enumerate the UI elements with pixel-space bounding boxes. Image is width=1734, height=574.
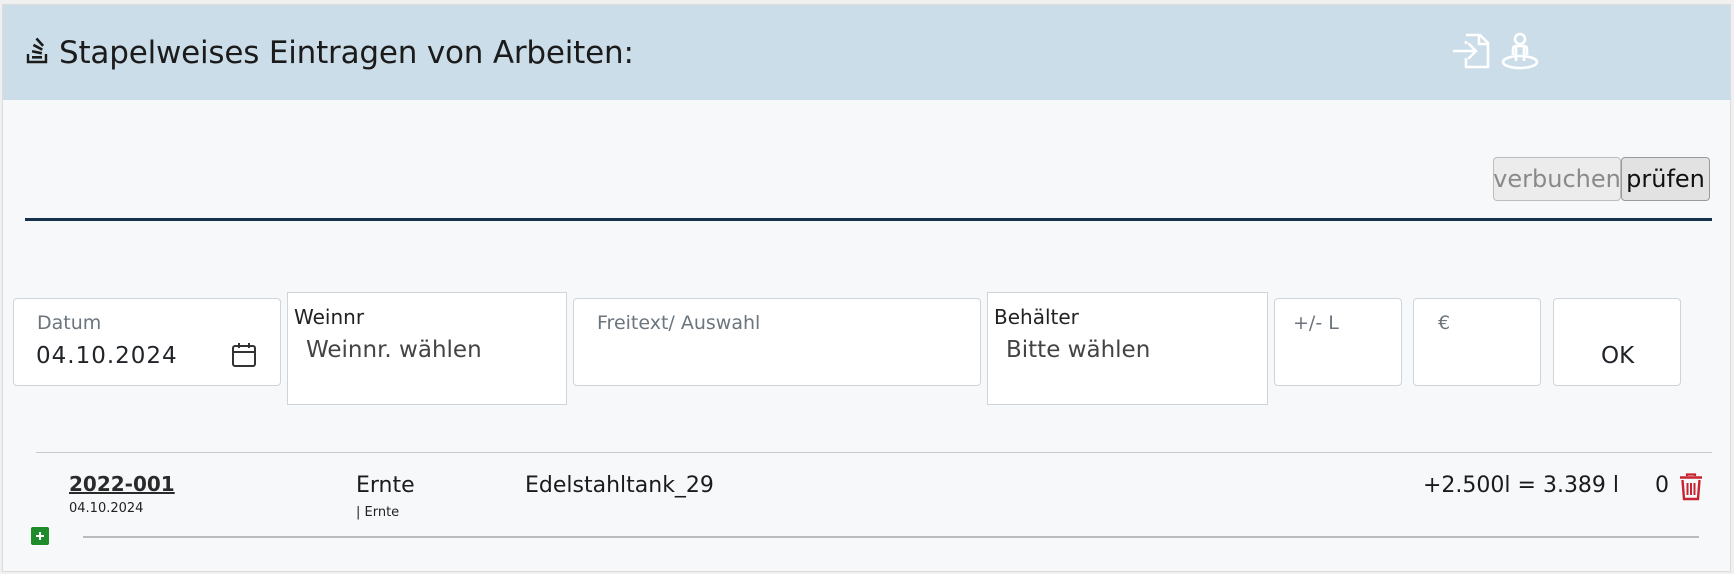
ok-label: OK bbox=[1601, 343, 1635, 369]
behaelter-label: Behälter bbox=[994, 305, 1079, 329]
euro-field[interactable]: € bbox=[1413, 298, 1541, 386]
pruefen-button[interactable]: prüfen bbox=[1621, 157, 1710, 201]
entry-work-sub: | Ernte bbox=[356, 505, 400, 520]
date-field[interactable]: Datum 04.10.2024 bbox=[13, 298, 281, 386]
liter-field[interactable]: +/- L bbox=[1274, 298, 1402, 386]
weinnr-label: Weinnr bbox=[294, 305, 365, 329]
list-bottom-line bbox=[83, 536, 1699, 538]
file-import-icon[interactable] bbox=[1452, 31, 1492, 75]
liter-label: +/- L bbox=[1293, 312, 1339, 334]
freitext-field[interactable]: Freitext/ Auswahl bbox=[573, 298, 981, 386]
weinnr-field[interactable]: Weinnr Weinnr. wählen bbox=[287, 292, 567, 405]
page-title: Stapelweises Eintragen von Arbeiten: bbox=[59, 35, 634, 71]
person-location-icon[interactable] bbox=[1500, 31, 1540, 75]
trash-icon[interactable] bbox=[1678, 473, 1704, 505]
add-icon[interactable] bbox=[31, 527, 49, 545]
panel-header: Stapelweises Eintragen von Arbeiten: bbox=[3, 5, 1730, 100]
ok-button[interactable]: OK bbox=[1553, 298, 1681, 386]
calendar-icon[interactable] bbox=[231, 342, 257, 372]
date-label: Datum bbox=[37, 312, 102, 334]
entry-weinnr-link[interactable]: 2022-001 bbox=[69, 472, 175, 496]
weinnr-select[interactable]: Weinnr. wählen bbox=[306, 337, 482, 363]
euro-label: € bbox=[1438, 312, 1451, 334]
freitext-label: Freitext/ Auswahl bbox=[597, 312, 761, 334]
verbuchen-button[interactable]: verbuchen bbox=[1493, 157, 1621, 201]
behaelter-select[interactable]: Bitte wählen bbox=[1006, 337, 1150, 363]
entry-date: 04.10.2024 bbox=[69, 501, 144, 516]
list-item: 2022-001 04.10.2024 Ernte | Ernte Edelst… bbox=[3, 453, 1732, 545]
date-value[interactable]: 04.10.2024 bbox=[36, 343, 178, 369]
entry-price: 0 bbox=[1655, 473, 1669, 498]
batch-entry-panel: Stapelweises Eintragen von Arbeiten: ver… bbox=[2, 4, 1731, 572]
stack-icon bbox=[25, 37, 49, 69]
entry-container: Edelstahltank_29 bbox=[525, 473, 714, 498]
behaelter-field[interactable]: Behälter Bitte wählen bbox=[987, 292, 1268, 405]
entry-work: Ernte bbox=[356, 473, 415, 498]
entry-volume: +2.500l = 3.389 l bbox=[1423, 473, 1620, 498]
section-divider bbox=[25, 218, 1712, 221]
